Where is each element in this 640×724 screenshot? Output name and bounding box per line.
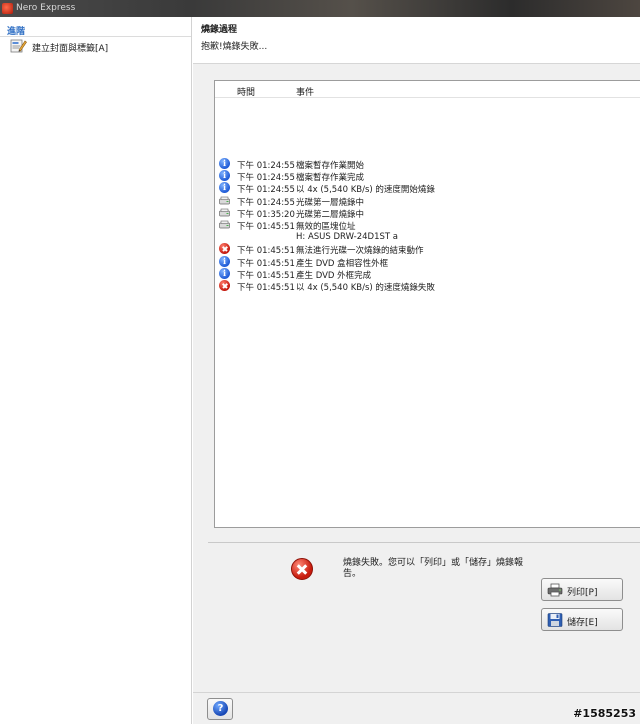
print-button-label: 列印[P] [567,588,598,598]
log-event: 以 4x (5,540 KB/s) 的速度燒錄失敗 [296,282,435,293]
log-row[interactable]: H: ASUS DRW-24D1ST a [215,230,640,242]
help-icon: ? [213,701,228,716]
title-bar: Nero Express [0,0,640,17]
cover-label-icon [10,39,27,53]
drive-icon [219,220,230,229]
floppy-disk-icon [547,613,563,627]
main-panel: 時間 事件 i 下午 01:24:55 檔案暫存作業開始 i 下午 01:24:55 檔案… [193,63,640,724]
status-message: 燒錄失敗。您可以「列印」或「儲存」燒錄報告。 [343,558,524,579]
column-header-time[interactable]: 時間 [237,85,255,98]
info-icon: i [219,255,230,267]
column-header-event[interactable]: 事件 [296,85,314,98]
sidebar: 進階 建立封面與標籤[A] [0,17,192,724]
info-icon: i [219,182,230,194]
page-header: 燒錄過程 抱歉!燒錄失敗... [193,17,640,63]
error-icon [219,243,230,255]
error-icon [291,558,313,580]
log-row[interactable]: 下午 01:45:51 無效的區塊位址 [215,218,640,232]
log-header: 時間 事件 [215,81,640,98]
log-row[interactable]: i 下午 01:45:51 產生 DVD 外框完成 [215,267,640,281]
section-divider [208,542,640,543]
log-event: H: ASUS DRW-24D1ST a [296,232,398,243]
info-icon: i [219,170,230,182]
save-button-label: 儲存[E] [567,618,598,628]
drive-icon [219,208,230,217]
log-time: 下午 01:45:51 [237,282,295,293]
log-row[interactable]: i 下午 01:24:55 檔案暫存作業完成 [215,169,640,183]
watermark: #1585253 [573,707,636,720]
page-subtitle: 抱歉!燒錄失敗... [201,42,268,52]
sidebar-item-label: 建立封面與標籤[A] [32,44,109,54]
log-row[interactable]: i 下午 01:45:51 產生 DVD 盒相容性外框 [215,255,640,269]
sidebar-item-create-cover[interactable]: 建立封面與標籤[A] [10,37,180,54]
error-icon [219,279,230,291]
page-title: 燒錄過程 [201,25,238,35]
drive-icon [219,196,230,204]
info-icon: i [219,267,230,279]
log-row[interactable]: i 下午 01:24:55 檔案暫存作業開始 [215,157,640,171]
print-button[interactable]: 列印[P] [541,578,623,601]
log-row[interactable]: 下午 01:45:51 以 4x (5,540 KB/s) 的速度燒錄失敗 [215,279,640,293]
help-button[interactable]: ? [207,698,233,720]
window-title: Nero Express [16,3,76,13]
footer-divider [193,692,640,693]
log-row[interactable]: 下午 01:45:51 無法進行光碟一次燒錄的結束動作 [215,242,640,256]
printer-icon [547,583,563,597]
log-row[interactable]: i 下午 01:24:55 以 4x (5,540 KB/s) 的速度開始燒錄 [215,181,640,195]
info-icon: i [219,158,230,169]
log-row[interactable]: 下午 01:35:20 光碟第二層燒錄中 [215,206,640,220]
burn-log-list[interactable]: 時間 事件 i 下午 01:24:55 檔案暫存作業開始 i 下午 01:24:55 檔案… [214,80,640,528]
nero-app-icon [2,3,13,14]
save-button[interactable]: 儲存[E] [541,608,623,631]
log-rows: i 下午 01:24:55 檔案暫存作業開始 i 下午 01:24:55 檔案暫存作業完成… [215,157,640,293]
log-row[interactable]: 下午 01:24:55 光碟第一層燒錄中 [215,194,640,208]
